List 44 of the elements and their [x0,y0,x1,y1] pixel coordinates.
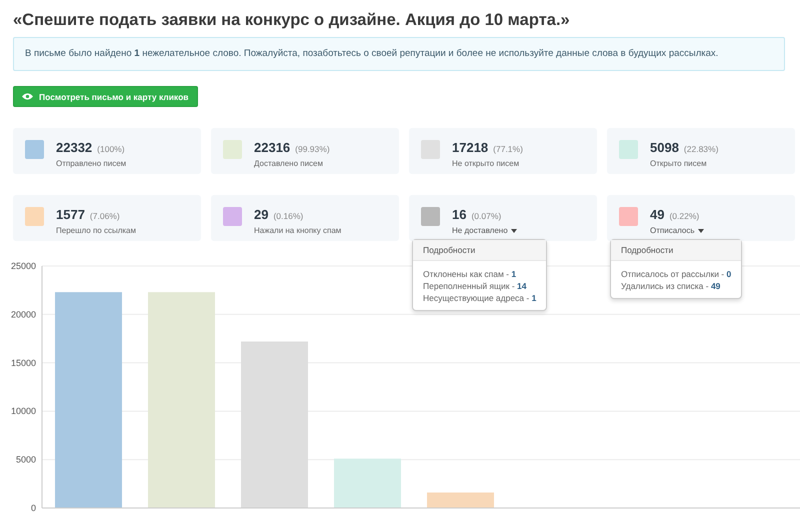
stat-value: 29 [254,207,268,222]
chart-bar [427,492,494,508]
stat-percent: (0.22%) [669,211,700,221]
caret-icon [510,228,517,232]
y-tick-label: 10000 [10,406,36,416]
eye-icon [22,93,33,100]
caret-icon [698,228,704,232]
y-tick-label: 0 [30,503,36,513]
stat-percent: (77.1%) [493,144,523,154]
detail-line: Несуществующие адреса - 1 [423,292,536,304]
stat-label: Доставлено писем [254,159,324,168]
stat-value: 22332 [56,140,92,155]
stat-value: 16 [452,207,466,222]
detail-line: Отписалось от рассылки - 0 [621,268,732,280]
stat-dropdown[interactable]: Отписалось [650,226,704,235]
stat-value: 17218 [452,140,488,155]
stat-percent: (0.16%) [273,211,304,221]
stat-value: 1577 [56,207,85,222]
stat-label: Нажали на кнопку спам [254,226,342,235]
y-tick-label: 20000 [10,309,36,320]
warning-message: В письме было найдено 1 нежелательное слово. Пожалуйста, позаботьтесь о своей репутации и более не используйте данные слова в будущих рассылках. [13,37,785,71]
stat-percent: (99.93%) [295,144,330,154]
detail-line: Переполненный ящик - 14 [423,280,528,292]
stat-label: Отправлено писем [56,159,126,168]
chart-bar [334,458,401,508]
stat-dropdown[interactable]: Не доставлено [452,226,517,235]
stat-percent: (7.06%) [90,211,120,221]
popover-title: Подробности [413,240,546,261]
stat-label: Перешло по ссылкам [56,226,136,235]
page-title: «Спешите подать заявки на конкурс о дизайне. Акция до 10 марта.» [12,10,571,30]
stat-percent: (100%) [97,144,125,154]
detail-line: Отклонены как спам - 1 [423,268,518,280]
popover-title: Подробности [611,240,742,261]
stat-percent: (0.07%) [471,211,502,221]
detail-line: Удалились из списка - 49 [621,280,722,292]
y-tick-label: 15000 [10,358,36,368]
y-tick-label: 5000 [16,454,36,465]
stat-label: Открыто писем [650,159,708,168]
stat-percent: (22.83%) [684,144,718,154]
stat-value: 5098 [650,140,679,155]
stat-label: Не открыто писем [452,159,520,168]
y-tick-label: 25000 [10,261,36,271]
stat-value: 22316 [254,140,290,155]
stat-value: 49 [650,207,664,222]
